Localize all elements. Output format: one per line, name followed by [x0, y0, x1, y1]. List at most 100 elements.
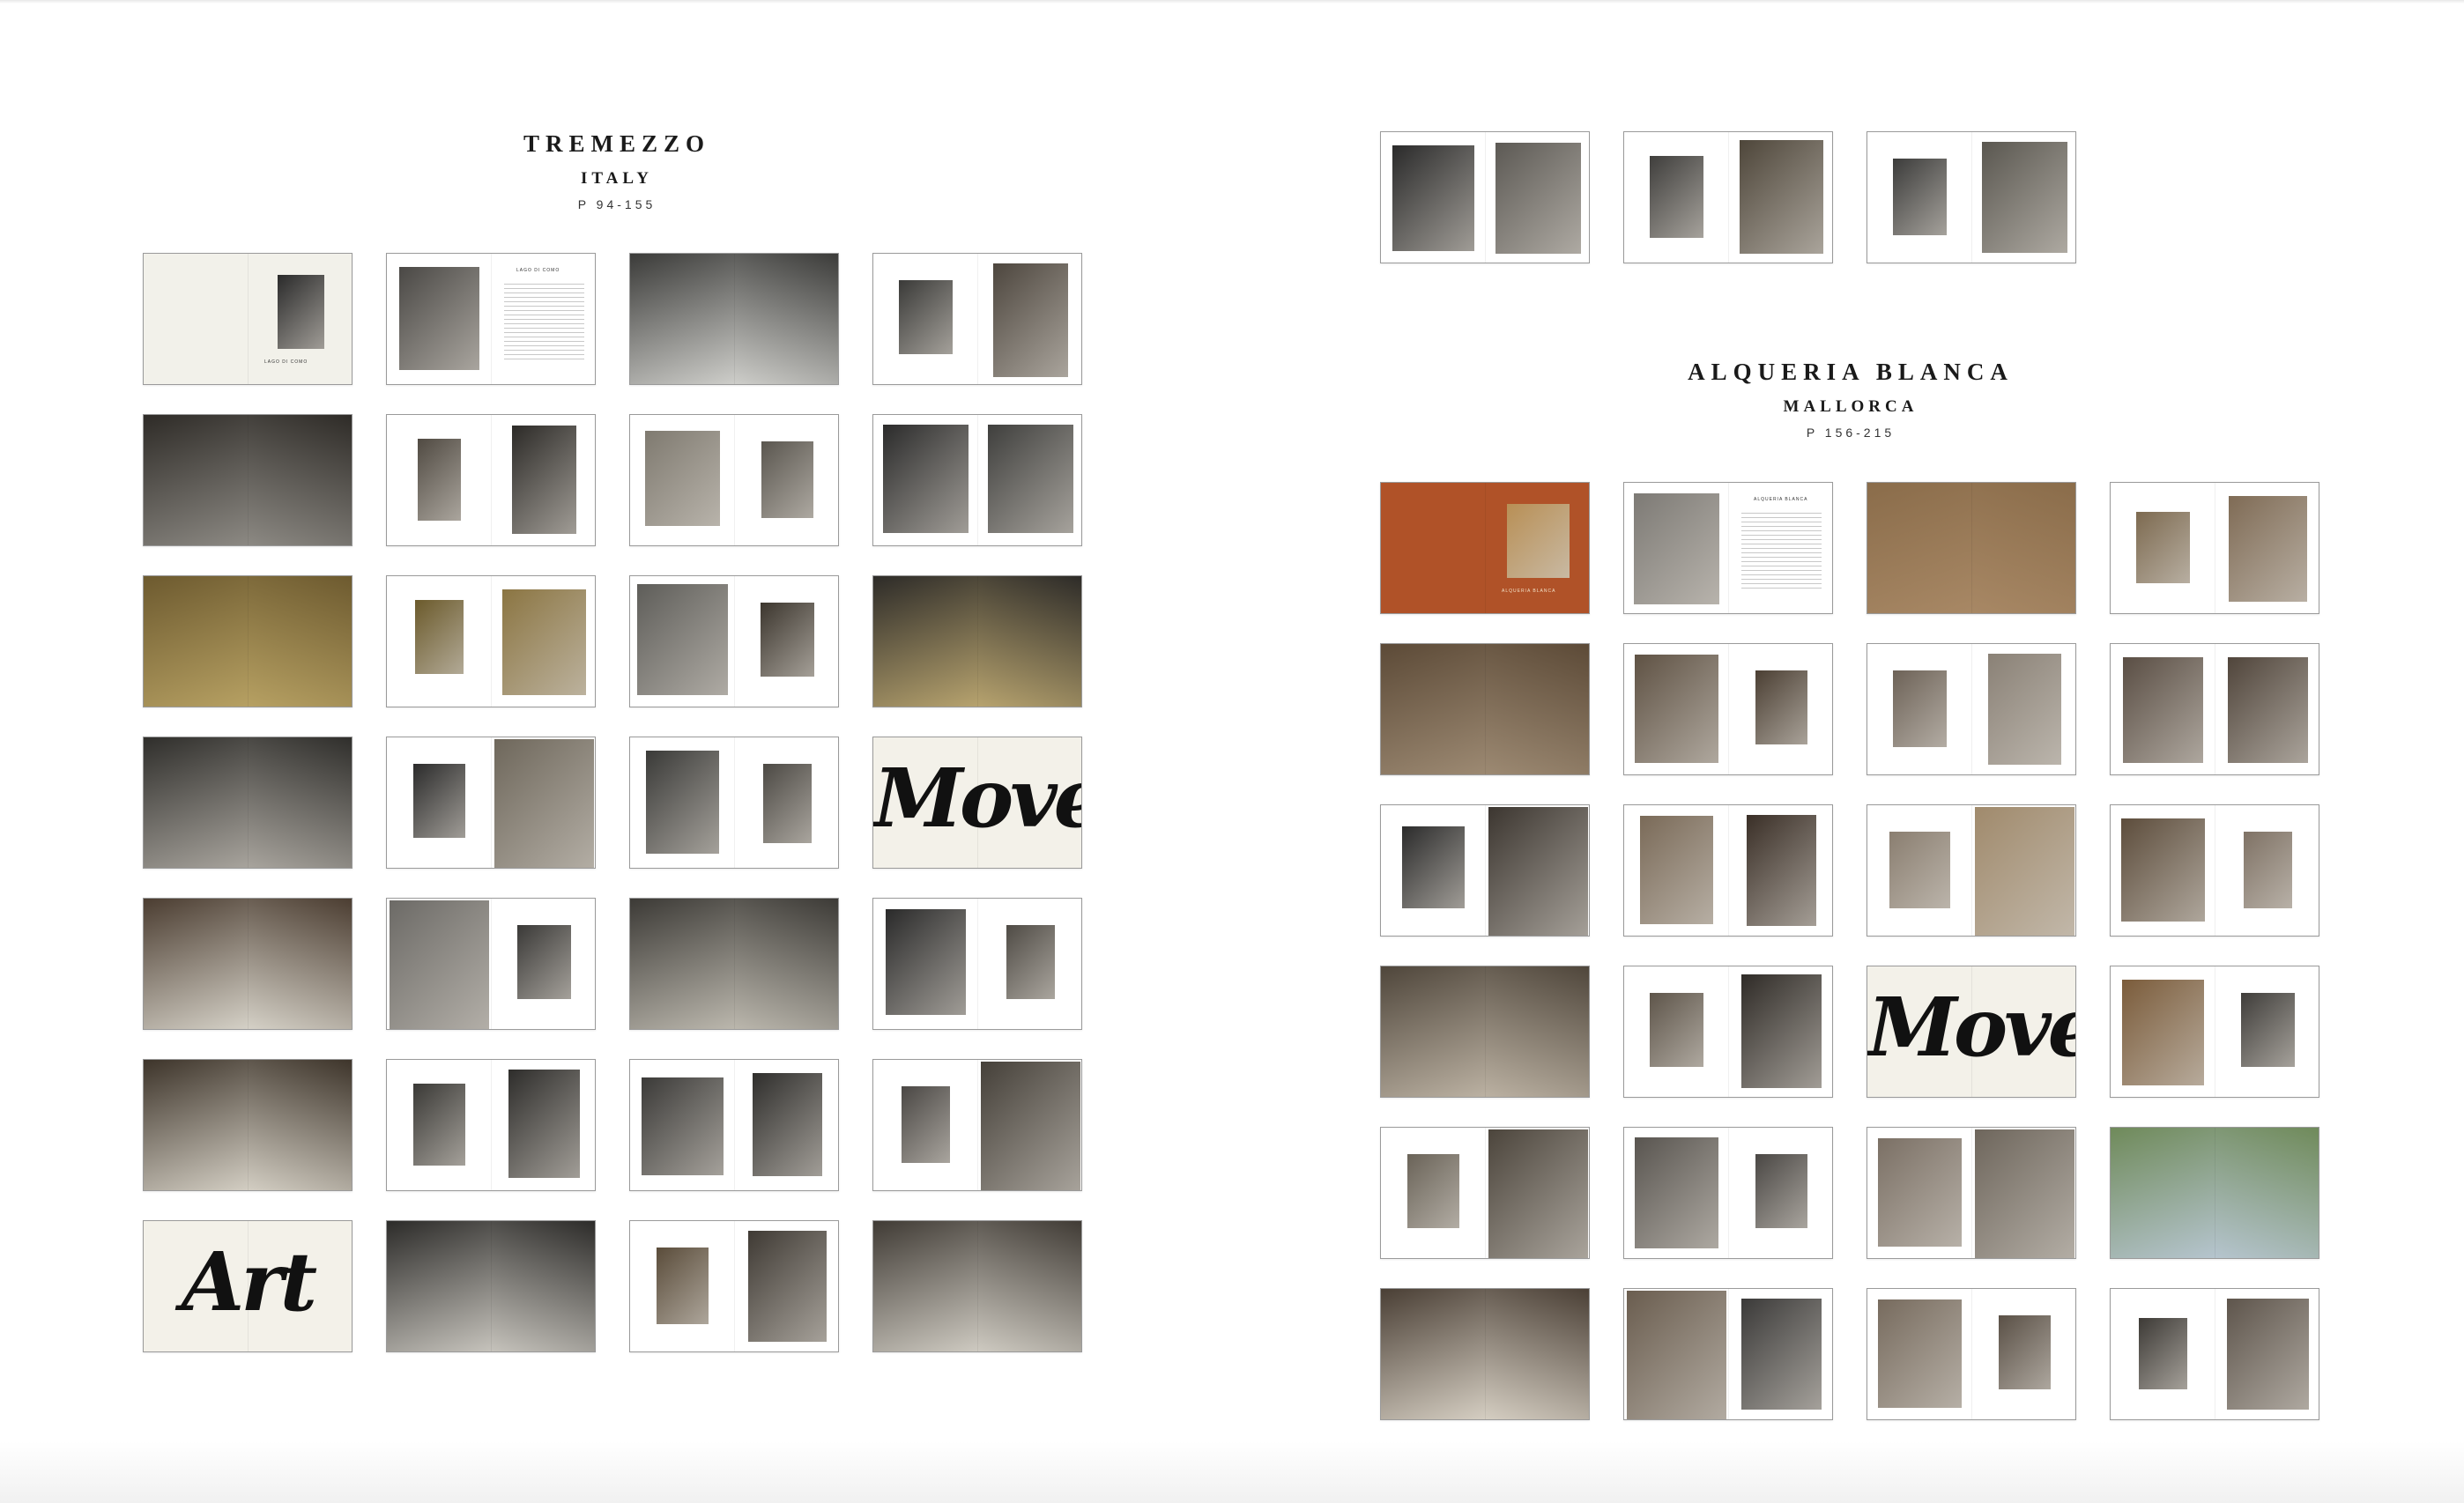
text-line [504, 323, 584, 324]
photo [1401, 826, 1466, 908]
photo [987, 424, 1074, 533]
photo [898, 280, 954, 354]
text-line [1741, 517, 1822, 518]
text-line [504, 319, 584, 320]
spread-thumbnail [143, 1059, 353, 1191]
text-line [1741, 570, 1822, 571]
spine-fold [491, 576, 492, 707]
photo-left [1381, 1289, 1486, 1419]
photo-right [978, 576, 1081, 707]
photo [1626, 1290, 1727, 1419]
section-subtitle: MALLORCA [1783, 397, 1919, 416]
text-line [504, 306, 584, 307]
photo-left [144, 737, 249, 868]
section-subtitle: ITALY [580, 169, 654, 188]
spread-thumbnail [629, 253, 839, 385]
text-line [504, 288, 584, 289]
text-line [504, 292, 584, 293]
photo-left [2111, 1128, 2215, 1258]
photo [1974, 806, 2075, 936]
photo [1488, 806, 1589, 936]
spine-fold [1971, 132, 1972, 263]
photo [1392, 145, 1474, 251]
spread-thumbnail [1623, 804, 1833, 937]
spine-fold [1728, 966, 1729, 1097]
spread-thumbnail [2110, 643, 2319, 775]
photo [417, 439, 462, 521]
spread-thumbnail: ALQUERIA BLANCA [1623, 482, 1833, 614]
photo [1981, 141, 2068, 253]
spine-fold [977, 254, 978, 384]
spread-thumbnail [143, 575, 353, 707]
spread-thumbnail: Art [143, 1220, 353, 1352]
spine-fold [1485, 1289, 1486, 1419]
photo-left [1381, 644, 1486, 774]
photo [1998, 1315, 2052, 1389]
photo [1877, 1138, 1963, 1247]
spine-fold [1728, 805, 1729, 936]
photo [412, 1084, 466, 1166]
spread-caption: LAGO DI COMO [264, 359, 308, 365]
photo-left [630, 254, 735, 384]
photo [748, 1230, 827, 1342]
spread-thumbnail [1380, 1127, 1590, 1259]
photo [1755, 670, 1808, 744]
photo-right [492, 1221, 595, 1351]
text-line [1741, 535, 1822, 536]
spine-fold [1728, 1289, 1729, 1419]
spread-thumbnail: LAGO DI COMO [143, 253, 353, 385]
text-line [1741, 574, 1822, 575]
spread-thumbnail [386, 414, 596, 546]
spine-fold [734, 899, 735, 1029]
spine-fold [977, 737, 978, 868]
photo-left [144, 576, 249, 707]
spine-fold [1728, 644, 1729, 774]
spread-thumbnail [1867, 1127, 2076, 1259]
spread-thumbnail [629, 1059, 839, 1191]
text-line [504, 301, 584, 302]
spine-fold [1971, 966, 1972, 1097]
photo [980, 1061, 1081, 1190]
text-line [504, 350, 584, 351]
spread-thumbnail: Move [872, 737, 1082, 869]
text-line [504, 310, 584, 311]
spread-thumbnail [1380, 804, 1590, 937]
photo [511, 426, 577, 534]
spread-thumbnail [2110, 1127, 2319, 1259]
spread-thumbnail [386, 575, 596, 707]
spine-fold [248, 1221, 249, 1351]
photo [1739, 140, 1824, 254]
photo [1747, 814, 1816, 926]
spine-fold [977, 415, 978, 545]
photo [882, 424, 969, 533]
photo [1892, 159, 1948, 235]
spread-thumbnail [1867, 804, 2076, 937]
spread-thumbnail: Move [1867, 966, 2076, 1098]
spine-fold [1971, 483, 1972, 613]
photo-right [1972, 483, 2075, 613]
spine-fold [248, 1060, 249, 1190]
text-line [504, 297, 584, 298]
photo-right [2215, 1128, 2319, 1258]
spread-caption: ALQUERIA BLANCA [1754, 497, 1808, 502]
spread-thumbnail [143, 898, 353, 1030]
spine-fold [977, 576, 978, 707]
photo [1006, 925, 1055, 999]
section-title: ALQUERIA BLANCA [1688, 359, 2014, 385]
spine-fold [977, 1060, 978, 1190]
photo [2240, 993, 2296, 1067]
photo [508, 1069, 580, 1178]
photo [644, 431, 721, 526]
spread-thumbnail [1867, 1288, 2076, 1420]
spread-thumbnail [1867, 131, 2076, 263]
spine-fold [248, 576, 249, 707]
spread-thumbnail [872, 1059, 1082, 1191]
photo [753, 1073, 822, 1176]
section-title: TREMEZZO [523, 130, 711, 157]
photo-left [630, 899, 735, 1029]
spine-fold [1485, 132, 1486, 263]
photo [494, 738, 595, 868]
spread-thumbnail [1623, 966, 1833, 1098]
photo [415, 600, 464, 674]
section-pages: P 94-155 [577, 197, 657, 211]
